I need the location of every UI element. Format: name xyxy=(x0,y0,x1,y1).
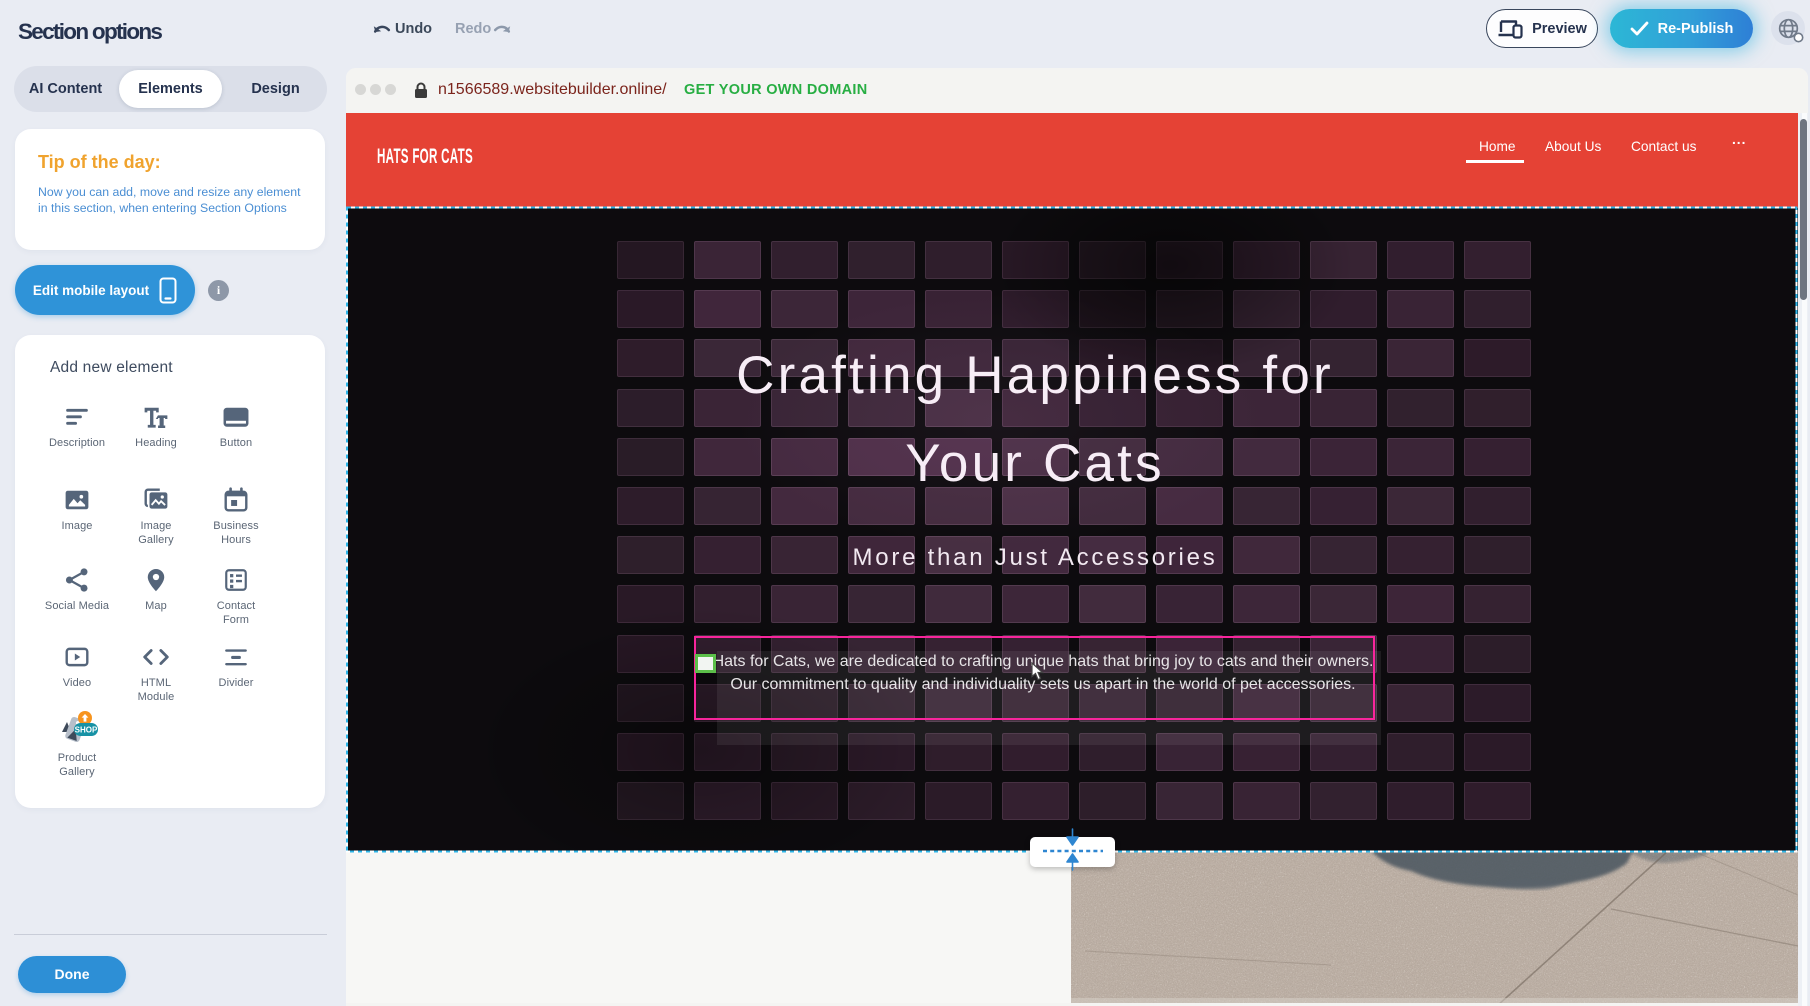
svg-text:SHOP: SHOP xyxy=(75,726,98,735)
